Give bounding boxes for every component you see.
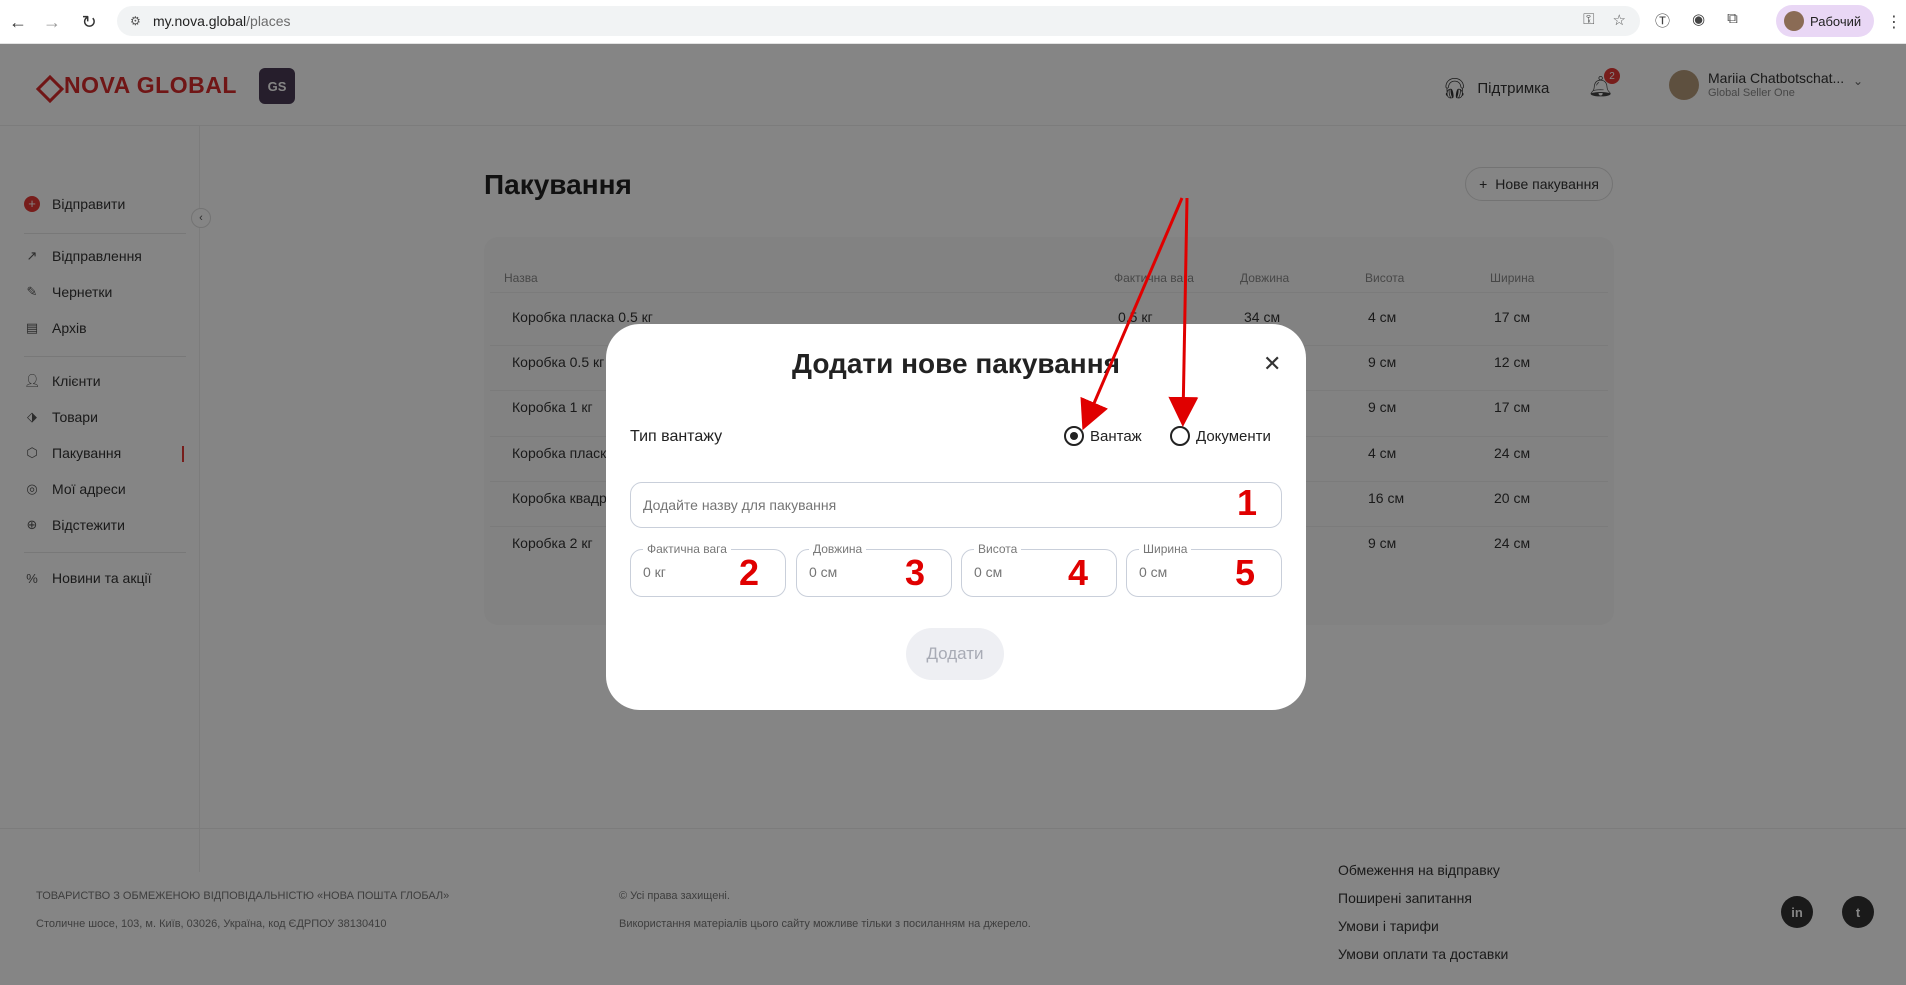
- annotation-number-5: 5: [1235, 552, 1256, 593]
- width-field[interactable]: Ширина: [1126, 542, 1282, 597]
- url-host: my.nova.global: [153, 13, 247, 29]
- add-button[interactable]: Додати: [906, 628, 1004, 680]
- annotation-number-4: 4: [1068, 552, 1089, 593]
- radio-cargo-label: Вантаж: [1090, 427, 1142, 445]
- url-path: /places: [246, 13, 291, 29]
- annotation-number-1: 1: [1237, 482, 1258, 523]
- extension-translate-icon[interactable]: Ⓣ: [1655, 10, 1670, 31]
- profile-avatar: [1784, 11, 1804, 31]
- browser-toolbar: ← → ↻ ⚙ my.nova.global/places ⚿ ☆ Ⓣ ◉ ⧉ …: [0, 0, 1906, 44]
- annotation-number-2: 2: [739, 552, 760, 593]
- height-field[interactable]: Висота: [961, 542, 1117, 597]
- profile-button[interactable]: Рабочий: [1776, 5, 1874, 37]
- weight-input[interactable]: [643, 564, 733, 580]
- radio-cargo[interactable]: Вантаж: [1064, 426, 1142, 446]
- height-label: Висота: [974, 542, 1022, 556]
- radio-documents-label: Документи: [1196, 427, 1271, 445]
- camera-icon[interactable]: ◉: [1692, 10, 1705, 31]
- length-input[interactable]: [809, 564, 899, 580]
- modal-title: Додати нове пакування: [792, 348, 1120, 379]
- length-field[interactable]: Довжина: [796, 542, 952, 597]
- height-input[interactable]: [974, 564, 1064, 580]
- weight-field[interactable]: Фактична вага: [630, 542, 786, 597]
- radio-documents[interactable]: Документи: [1170, 426, 1271, 446]
- annotation-number-3: 3: [905, 552, 926, 593]
- width-label: Ширина: [1139, 542, 1192, 556]
- reload-icon[interactable]: ↻: [75, 8, 103, 36]
- back-icon[interactable]: ←: [4, 8, 32, 36]
- weight-label: Фактична вага: [643, 542, 731, 556]
- radio-checked-icon: [1064, 426, 1084, 446]
- length-label: Довжина: [809, 542, 867, 556]
- browser-menu-icon[interactable]: ⋮: [1886, 12, 1902, 32]
- bookmark-star-icon[interactable]: ☆: [1613, 11, 1626, 29]
- forward-icon[interactable]: →: [38, 8, 66, 36]
- add-packaging-modal: Додати нове пакування ✕ Тип вантажу Вант…: [606, 324, 1306, 710]
- address-bar[interactable]: ⚙ my.nova.global/places ⚿ ☆: [117, 6, 1640, 36]
- cargo-type-label: Тип вантажу: [630, 428, 723, 445]
- key-icon[interactable]: ⚿: [1583, 11, 1594, 29]
- radio-unchecked-icon: [1170, 426, 1190, 446]
- profile-label: Рабочий: [1810, 13, 1862, 29]
- extensions-icon[interactable]: ⧉: [1727, 10, 1738, 31]
- width-input[interactable]: [1139, 564, 1229, 580]
- close-icon[interactable]: ✕: [1263, 351, 1281, 377]
- site-settings-icon[interactable]: ⚙: [130, 14, 141, 28]
- packaging-name-input[interactable]: [630, 482, 1282, 528]
